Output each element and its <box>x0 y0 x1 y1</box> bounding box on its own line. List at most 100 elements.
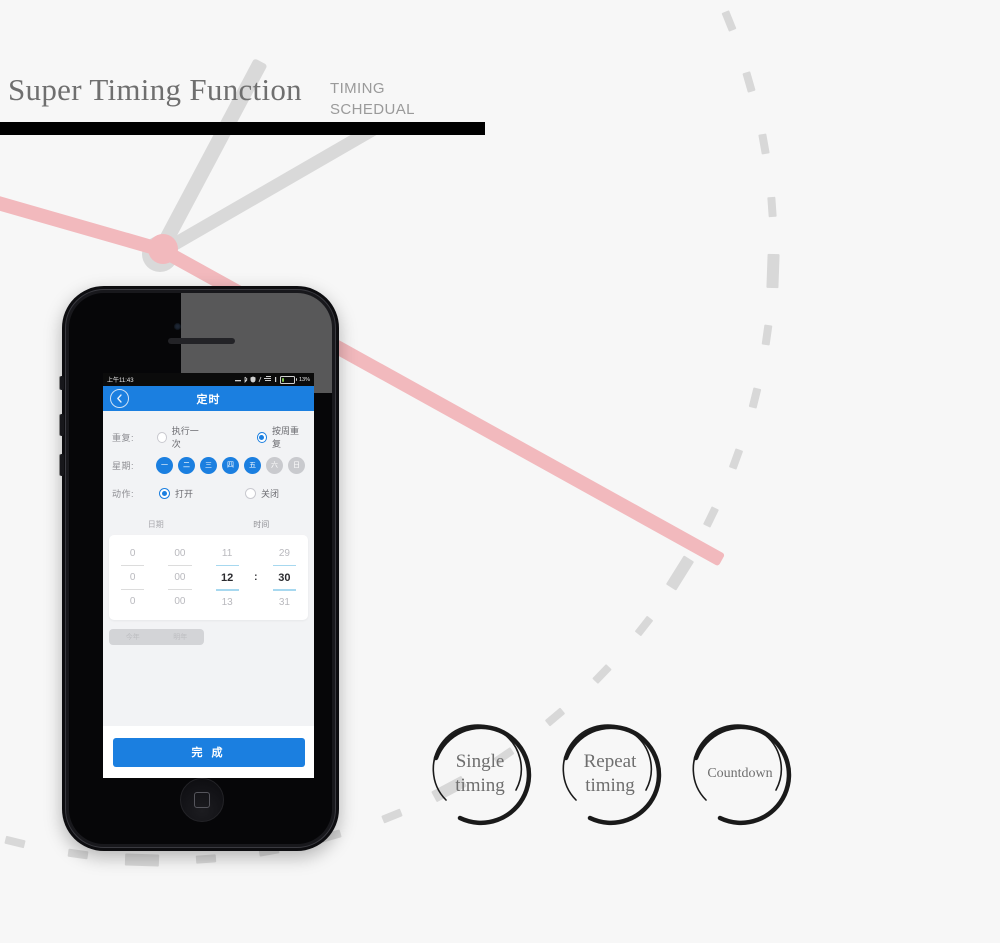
action-on-option[interactable]: 打开 <box>159 487 193 500</box>
year-segmented-control[interactable]: 今年 明年 <box>109 629 204 645</box>
action-row: 动作: 打开 关闭 <box>103 479 314 507</box>
picker-column-day[interactable]: 0 0 0 <box>109 535 156 620</box>
picker-cell: 31 <box>278 596 290 608</box>
weekday-label: 星期: <box>112 460 135 471</box>
repeat-once-option[interactable]: 执行一次 <box>156 424 205 450</box>
battery-percent: 13% <box>298 376 310 383</box>
datetime-picker[interactable]: 0 0 0 00 00 00 11 12 13: 29 30 31 <box>109 535 308 620</box>
repeat-weekly-option[interactable]: 按周重复 <box>256 424 305 450</box>
picker-cell: 0 <box>129 548 136 559</box>
picker-column-minute[interactable]: 29 30 31 <box>261 535 308 620</box>
mute-switch[interactable] <box>60 376 64 390</box>
action-label: 动作: <box>112 488 135 499</box>
volume-up-button[interactable] <box>60 414 64 436</box>
wifi-icon <box>263 376 271 381</box>
repeat-weekly-label: 按周重复 <box>272 426 300 449</box>
done-bar: 完 成 <box>103 726 314 778</box>
radio-unselected-icon <box>245 487 257 499</box>
volume-down-button[interactable] <box>60 454 64 476</box>
circle-label-line1: Repeat <box>583 751 637 773</box>
feature-circle-2: Repeat timing <box>554 718 666 830</box>
back-button[interactable] <box>110 389 129 408</box>
home-button[interactable] <box>179 778 224 822</box>
front-camera-icon <box>173 323 181 330</box>
page-title: Super Timing Function <box>8 72 302 107</box>
picker-time-header: 时间 <box>253 519 270 529</box>
picker-cell-selected: 30 <box>278 571 291 584</box>
clock-tick <box>666 555 695 591</box>
repeat-row: 重复: 执行一次 按周重复 <box>103 423 314 451</box>
feature-circle-1: Single timing <box>424 718 536 830</box>
repeat-once-label: 执行一次 <box>171 426 199 449</box>
radio-selected-icon <box>256 431 268 443</box>
weekday-6[interactable]: 六 <box>266 456 283 474</box>
action-off-label: 关闭 <box>261 488 280 499</box>
picker-colon: : <box>254 572 258 583</box>
battery-icon <box>279 375 297 384</box>
app-body: 重复: 执行一次 按周重复 星期: 一二三四五六日 动作: 打开 关闭 日期 时… <box>103 411 314 778</box>
bluetooth-icon <box>244 376 248 383</box>
status-icons: 13% <box>234 375 310 384</box>
clock-tick <box>721 10 737 33</box>
picker-cell: 13 <box>221 596 233 608</box>
picker-cell: 00 <box>174 596 186 607</box>
circle-label-line1: Countdown <box>707 766 773 782</box>
status-time: 上午11:43 <box>107 378 134 384</box>
action-on-label: 打开 <box>175 488 194 499</box>
clock-tick <box>729 447 744 470</box>
phone-screen: 上午11:43 13% 定时 重复: 执行一次 按周重复 星期: 一 二 三 四… <box>103 373 314 778</box>
picker-column-month[interactable]: 00 00 00 <box>156 535 203 620</box>
weekday-selector[interactable]: 一二三四五六日 <box>156 456 305 474</box>
clock-tick <box>591 663 612 684</box>
picker-cell: 00 <box>174 548 186 559</box>
home-square-icon <box>193 792 210 808</box>
action-off-option[interactable]: 关闭 <box>245 487 279 500</box>
picker-cell-selected: 0 <box>129 572 136 583</box>
weekday-4[interactable]: 四 <box>222 456 239 474</box>
radio-selected-icon <box>159 487 170 499</box>
phone-mockup: 上午11:43 13% 定时 重复: 执行一次 按周重复 星期: 一 二 三 四… <box>60 286 339 851</box>
clock-tick <box>195 853 216 864</box>
clock-hub-pink <box>148 234 178 264</box>
poster-page: Super Timing Function TIMING SCHEDUAL 上午… <box>0 0 1000 943</box>
page-subtitle: TIMING SCHEDUAL <box>330 78 415 120</box>
feature-circles: Single timing Repeat timing Countdown <box>424 718 824 840</box>
weekday-3[interactable]: 三 <box>200 456 217 474</box>
sync-icon <box>258 376 262 383</box>
circle-label-line2: timing <box>455 775 505 796</box>
circle-label-line1: Single <box>455 751 505 773</box>
picker-date-header: 日期 <box>147 519 164 529</box>
done-button[interactable]: 完 成 <box>112 737 305 767</box>
header-rule <box>0 122 485 135</box>
status-bar: 上午11:43 13% <box>103 373 314 386</box>
picker-cell: 0 <box>129 596 136 607</box>
picker-column-hour[interactable]: 11 12 13 <box>204 535 251 620</box>
clock-tick <box>380 808 403 824</box>
clock-tick <box>703 506 720 529</box>
screen-title: 定时 <box>196 393 221 406</box>
segment-this-year[interactable]: 今年 <box>109 632 157 642</box>
feature-circle-3: Countdown <box>684 718 796 830</box>
clock-hand-pink-short <box>0 189 164 257</box>
weekday-1[interactable]: 一 <box>156 456 173 474</box>
clock-tick <box>761 324 773 346</box>
subtitle-line-1: TIMING <box>330 80 385 97</box>
vibrate-icon <box>274 377 277 382</box>
picker-cell-selected: 00 <box>174 572 186 583</box>
weekday-2[interactable]: 二 <box>178 456 195 474</box>
picker-cell-selected: 12 <box>221 571 234 584</box>
chevron-left-icon <box>117 394 122 403</box>
segment-next-year[interactable]: 明年 <box>157 632 205 642</box>
weekday-7[interactable]: 日 <box>288 456 305 474</box>
earpiece-speaker <box>167 338 235 344</box>
subtitle-line-2: SCHEDUAL <box>330 101 415 118</box>
shield-icon <box>250 376 256 383</box>
repeat-label: 重复: <box>112 432 135 443</box>
clock-tick <box>748 386 762 409</box>
clock-tick <box>634 615 653 636</box>
app-navbar: 定时 <box>103 386 314 411</box>
clock-tick <box>4 835 27 849</box>
weekday-row: 星期: 一二三四五六日 <box>103 451 314 479</box>
clock-tick <box>124 853 159 867</box>
weekday-5[interactable]: 五 <box>244 456 261 474</box>
